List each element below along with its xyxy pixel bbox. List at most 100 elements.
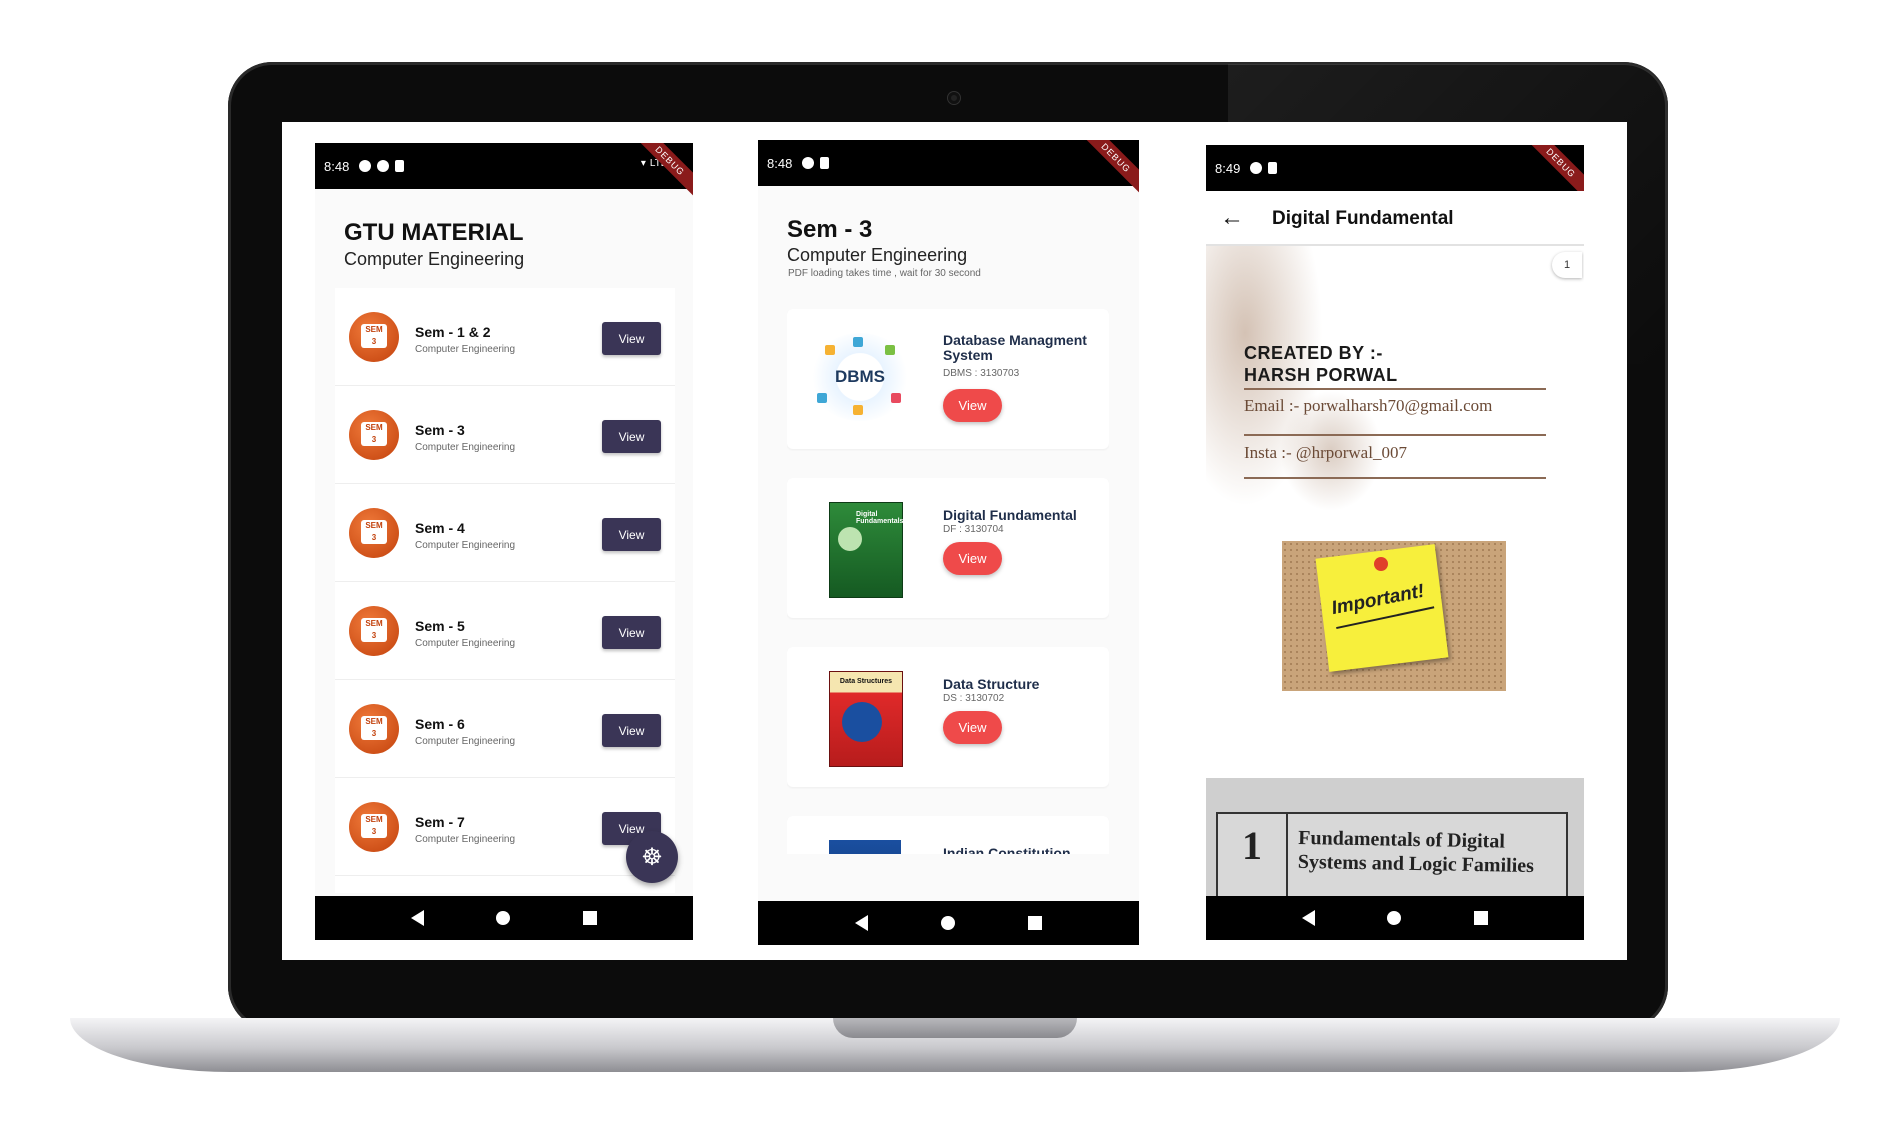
pdf-page[interactable]: CREATED BY :- HARSH PORWAL Email :- porw… [1206,246,1584,774]
semester-calendar-icon: SEM 3 [349,410,399,460]
view-button[interactable]: View [602,518,661,551]
semester-name: Sem - 5 [415,618,465,634]
status-bar: 8:48 ▾ LTE ▮ DEBUG [315,143,693,199]
subject-name: Indian Constitution [943,845,1071,855]
list-item[interactable]: SEM 3 Sem - 6 Computer Engineering View [335,680,675,778]
subject-card[interactable]: Indian Constitution [787,816,1109,854]
semester-branch: Computer Engineering [415,736,516,747]
home-screen: 8:48 ▾ LTE ▮ DEBUG GTU MATERIAL Computer… [315,143,693,940]
status-bar: 8:49 ▾ ▮ DEBUG [1206,145,1584,201]
pdf-page-2[interactable]: 1 Fundamentals of Digital Systems and Lo… [1206,778,1584,898]
debug-banner: DEBUG [632,143,693,199]
digital-fundamentals-cover-image: Digital Fundamentals [829,502,903,598]
nav-recents-icon[interactable] [1028,916,1043,930]
data-structures-cover-image: Data Structures [829,671,903,767]
semester-calendar-icon: SEM 3 [349,704,399,754]
important-note-image: Important! [1282,541,1506,691]
view-button[interactable]: View [602,616,661,649]
nav-home-icon[interactable] [940,916,955,930]
subject-code: DS : 3130702 [943,693,1005,704]
loading-note: PDF loading takes time , wait for 30 sec… [788,268,981,279]
data-icon [377,160,390,172]
subject-name: Data Structure [943,676,1040,692]
subject-card[interactable]: Digital Fundamentals Digital Fundamental… [787,478,1109,618]
page-title: GTU MATERIAL [344,219,524,246]
semester-name: Sem - 4 [415,520,465,536]
view-button[interactable]: View [943,389,1002,422]
semester-branch: Computer Engineering [415,442,516,453]
list-item[interactable]: SEM 3 Sem - 4 Computer Engineering View [335,484,675,582]
created-by-heading: CREATED BY :- HARSH PORWAL [1244,343,1398,385]
subject-code: DBMS : 3130703 [943,368,1020,379]
pushpin-icon [1374,557,1388,571]
semester-calendar-icon: SEM 3 [349,606,399,656]
back-arrow-icon[interactable]: ← [1220,204,1244,232]
sd-card-icon [395,160,405,172]
page-number-indicator: 1 [1552,252,1582,278]
nav-recents-icon[interactable] [1473,911,1488,925]
data-icon [1250,162,1263,174]
nav-home-icon[interactable] [1387,911,1402,925]
android-nav-bar [315,896,693,940]
view-button[interactable]: View [943,711,1002,744]
view-button[interactable]: View [602,714,661,747]
divider [1244,434,1546,436]
view-button[interactable]: View [943,542,1002,575]
semester-branch: Computer Engineering [415,344,516,355]
sd-card-icon [1268,162,1278,174]
semester-screen: 8:48 ▾ ▮ DEBUG Sem - 3 Computer Engineer… [758,140,1139,945]
wifi-icon: ▾ [640,158,646,169]
debug-banner: DEBUG [1078,140,1139,196]
pdf-screen: 8:49 ▾ ▮ DEBUG ← Digital Fundamental CRE… [1206,145,1584,940]
chapter-number: 1 [1242,823,1262,868]
view-button[interactable]: View [602,322,661,355]
page-title: Digital Fundamental [1272,208,1454,229]
nav-back-icon[interactable] [1302,910,1316,926]
nav-back-icon[interactable] [411,910,425,926]
nav-home-icon[interactable] [496,911,511,925]
list-item[interactable]: SEM 3 Sem - 7 Computer Engineering View [335,778,675,876]
semester-name: Sem - 3 [415,422,465,438]
nav-back-icon[interactable] [854,915,868,931]
list-item[interactable]: SEM 3 Sem - 5 Computer Engineering View [335,582,675,680]
status-time: 8:48 [324,158,350,174]
semester-calendar-icon: SEM 3 [349,312,399,362]
divider [1244,477,1546,479]
laptop-notch [833,1018,1077,1038]
subject-list: DBMS Database Managment System DBMS : 31… [787,309,1109,854]
view-button[interactable]: View [602,420,661,453]
list-item[interactable]: SEM 3 Sem - 3 Computer Engineering View [335,386,675,484]
subject-name: Digital Fundamental [943,507,1077,523]
status-time: 8:48 [767,155,793,171]
helm-icon[interactable]: ☸ [626,831,678,883]
semester-branch: Computer Engineering [415,540,516,551]
list-item[interactable]: SEM 3 Sem - 1 & 2 Computer Engineering Vi… [335,288,675,386]
sd-card-icon [820,157,830,169]
subject-code: DF : 3130704 [943,524,1004,535]
semester-name: Sem - 7 [415,814,465,830]
semester-list: SEM 3 Sem - 1 & 2 Computer Engineering Vi… [335,288,675,893]
divider [1244,388,1546,390]
semester-name: Sem - 6 [415,716,465,732]
subject-card[interactable]: DBMS Database Managment System DBMS : 31… [787,309,1109,449]
subject-name: Database Managment System [943,332,1087,363]
app-bar: ← Digital Fundamental [1206,191,1584,246]
indian-constitution-cover-image [829,840,901,854]
status-bar: 8:48 ▾ ▮ DEBUG [758,140,1139,196]
author-email: Email :- porwalharsh70@gmail.com [1244,396,1493,415]
page-title: Sem - 3 [787,216,873,243]
author-instagram: Insta :- @hrporwal_007 [1244,443,1407,462]
status-time: 8:49 [1215,160,1241,176]
sync-icon [359,160,372,172]
subject-card[interactable]: Data Structures Data Structure DS : 3130… [787,647,1109,787]
semester-branch: Computer Engineering [415,638,516,649]
semester-branch: Computer Engineering [415,834,516,845]
semester-calendar-icon: SEM 3 [349,508,399,558]
nav-recents-icon[interactable] [582,911,597,925]
dbms-cover-image: DBMS [809,333,911,421]
webcam-icon [948,92,960,104]
page-subtitle: Computer Engineering [787,245,968,265]
data-icon [802,157,815,169]
author-name: HARSH PORWAL [1244,365,1398,385]
page-subtitle: Computer Engineering [344,249,525,269]
